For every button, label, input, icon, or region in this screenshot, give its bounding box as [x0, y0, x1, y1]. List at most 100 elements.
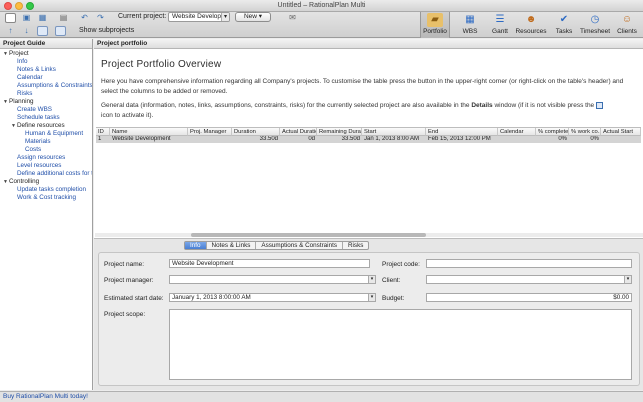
guide-link[interactable]: Risks [0, 90, 92, 98]
project-guide-tree: ▼Project Info Notes & Links Calendar Assumpt… [0, 49, 92, 202]
status-bar[interactable]: Buy RationalPlan Multi today! [0, 391, 643, 402]
guide-link[interactable]: Materials [0, 138, 92, 146]
current-project-select[interactable]: Website Developn ▾ [168, 12, 230, 22]
tab-info[interactable]: Info [185, 242, 207, 249]
guide-link[interactable]: Calendar [0, 74, 92, 82]
undo-icon[interactable]: ↶ [79, 13, 90, 23]
table-column-header[interactable]: Actual Start [601, 128, 641, 136]
guide-item-label: Materials [25, 138, 51, 145]
arrow-down-icon[interactable]: ↓ [21, 26, 32, 36]
calendar-dropdown-icon: ▾ [368, 294, 375, 301]
nav-gantt[interactable]: ☰ Gantt [485, 12, 515, 38]
table-column-header[interactable]: Remaining Duration [317, 128, 362, 136]
guide-group[interactable]: ▼Define resources [0, 122, 92, 130]
new-project-label: New [243, 13, 257, 20]
table-column-header[interactable]: Duration [232, 128, 280, 136]
table-column-header[interactable]: % complete [536, 128, 569, 136]
table-column-header[interactable]: Start [362, 128, 426, 136]
redo-icon[interactable]: ↷ [95, 13, 106, 23]
guide-link[interactable]: Schedule tasks [0, 114, 92, 122]
project-name-input[interactable]: Website Development [169, 259, 370, 268]
table-cell: 33.50d [341, 136, 360, 142]
indent-icon[interactable] [55, 26, 66, 36]
scrollbar-thumb[interactable] [191, 233, 426, 237]
tab-notes-links[interactable]: Notes & Links [207, 242, 257, 249]
guide-item-label: Define additional costs for tasks [17, 170, 92, 177]
guide-link[interactable]: Level resources [0, 162, 92, 170]
wbs-icon: ▦ [465, 14, 475, 25]
portfolio-heading: Project Portfolio Overview [101, 59, 222, 70]
zoom-window-icon[interactable] [26, 2, 34, 10]
guide-group[interactable]: ▼Controlling [0, 178, 92, 186]
guide-link[interactable]: Costs [0, 146, 92, 154]
table-column-header[interactable]: Calendar [498, 128, 536, 136]
estimated-start-date-value: January 1, 2013 8:00:00 AM [172, 294, 251, 301]
guide-link[interactable]: Define additional costs for tasks [0, 170, 92, 178]
close-window-icon[interactable] [4, 2, 12, 10]
chevron-down-icon: ▾ [221, 13, 229, 21]
guide-item-label: Notes & Links [17, 66, 56, 73]
guide-item-label: Update tasks completion [17, 186, 86, 193]
table-column-header[interactable]: ID [96, 128, 110, 136]
chevron-down-icon: ▾ [258, 13, 263, 20]
budget-label: Budget: [382, 295, 405, 302]
table-cell [498, 136, 536, 143]
nav-wbs[interactable]: ▦ WBS [455, 12, 485, 38]
guide-item-label: Project [9, 50, 29, 57]
show-subprojects-label[interactable]: Show subprojects [79, 27, 134, 34]
outdent-icon[interactable] [37, 26, 48, 36]
table-column-header[interactable]: Actual Duration [280, 128, 317, 136]
guide-link[interactable]: Notes & Links [0, 66, 92, 74]
project-scope-textarea[interactable] [169, 309, 632, 380]
guide-group[interactable]: ▼Project [0, 50, 92, 58]
nav-clients[interactable]: ☺ Clients [612, 12, 642, 38]
client-select[interactable]: ▾ [426, 275, 632, 284]
nav-tasks[interactable]: ✔ Tasks [550, 12, 578, 38]
guide-link[interactable]: Human & Equipment [0, 130, 92, 138]
table-cell: Feb 15, 2013 12:00 PM [428, 136, 491, 142]
project-manager-select[interactable]: ▾ [169, 275, 376, 284]
details-keyword: Details [471, 102, 493, 109]
guide-link[interactable]: Info [0, 58, 92, 66]
save-icon[interactable]: ▦ [37, 13, 48, 23]
buy-link[interactable]: Buy RationalPlan Multi today! [3, 393, 88, 400]
nav-wbs-label: WBS [462, 28, 478, 35]
nav-resources[interactable]: ☻ Resources [514, 12, 548, 38]
open-folder-icon[interactable]: ▣ [21, 13, 32, 23]
print-icon[interactable]: ▤ [58, 13, 69, 23]
project-code-input[interactable] [426, 259, 632, 268]
resources-icon: ☻ [525, 14, 537, 25]
minimize-window-icon[interactable] [15, 2, 23, 10]
estimated-start-date-picker[interactable]: January 1, 2013 8:00:00 AM ▾ [169, 293, 376, 302]
guide-link[interactable]: Update tasks completion [0, 186, 92, 194]
horizontal-scrollbar[interactable] [95, 233, 643, 237]
arrow-up-icon[interactable]: ↑ [5, 26, 16, 36]
guide-item-label: Info [17, 58, 28, 65]
nav-portfolio[interactable]: ▰ Portfolio [420, 12, 450, 38]
new-project-button[interactable]: New ▾ [235, 12, 271, 22]
mail-icon[interactable]: ✉ [287, 13, 298, 23]
client-label: Client: [382, 277, 401, 284]
new-file-icon[interactable] [5, 13, 16, 23]
guide-link[interactable]: Work & Cost tracking [0, 194, 92, 202]
portfolio-details-hint: General data (information, notes, links,… [101, 101, 636, 121]
guide-item-label: Create WBS [17, 106, 52, 113]
guide-group[interactable]: ▼Planning [0, 98, 92, 106]
guide-link[interactable]: Assign resources [0, 154, 92, 162]
guide-link[interactable]: Create WBS [0, 106, 92, 114]
table-column-header[interactable]: End [426, 128, 498, 136]
tab-risks[interactable]: Risks [343, 242, 368, 249]
table-column-header[interactable]: % work co... [569, 128, 601, 136]
guide-item-label: Schedule tasks [17, 114, 60, 121]
details-tabs: Info Notes & Links Assumptions & Constrain… [184, 241, 370, 250]
guide-link[interactable]: Assumptions & Constraints [0, 82, 92, 90]
nav-timesheet[interactable]: ◷ Timesheet [579, 12, 611, 38]
budget-input[interactable]: $0.00 [426, 293, 632, 302]
table-column-header[interactable]: Proj. Manager [188, 128, 232, 136]
table-column-header[interactable]: Name [110, 128, 188, 136]
project-code-label: Project code: [382, 261, 420, 268]
tab-assumptions-constraints[interactable]: Assumptions & Constraints [256, 242, 343, 249]
description-line: Here you have comprehensive information … [101, 78, 624, 85]
table-column-config-icon[interactable] [636, 128, 641, 136]
table-cell: Jan 1, 2013 8:00 AM [364, 136, 420, 142]
